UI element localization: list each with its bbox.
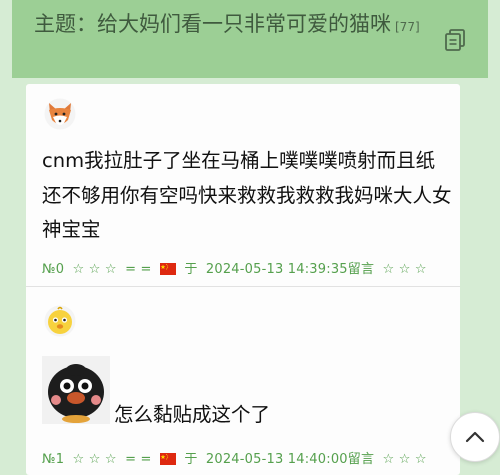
- floor-number: №0: [42, 262, 65, 277]
- chevron-up-icon: [465, 431, 485, 443]
- post-content: 怎么黏贴成这个了: [114, 403, 271, 426]
- floor-number: №1: [42, 452, 65, 467]
- reply-link[interactable]: 留言: [348, 262, 374, 277]
- copy-icon[interactable]: [444, 28, 466, 52]
- thread-header: 主题：给大妈们看一只非常可爱的猫咪 [77]: [12, 0, 488, 78]
- china-flag-icon: [160, 263, 176, 275]
- post-meta: №0 ☆ ☆ ☆ = = 于 2024-05-13 14:39:35留言 ☆ ☆…: [42, 258, 431, 277]
- post-content: cnm我拉肚子了坐在马桶上噗噗噗喷射而且纸还不够用你有空吗快来救救我救救我妈咪大…: [42, 149, 452, 241]
- black-bird-sticker-icon: [42, 356, 110, 424]
- reply-count: [77]: [395, 20, 420, 34]
- rating-stars-right[interactable]: ☆ ☆ ☆: [383, 262, 427, 277]
- post-timestamp: 2024-05-13 14:39:35: [205, 262, 348, 277]
- fox-avatar-icon[interactable]: [44, 98, 76, 130]
- date-prefix: 于: [184, 452, 198, 467]
- thread-title: 主题：给大妈们看一只非常可爱的猫咪 [77]: [34, 10, 424, 42]
- rating-stars-right[interactable]: ☆ ☆ ☆: [383, 452, 427, 467]
- chick-avatar-icon[interactable]: [44, 305, 76, 337]
- rating-stars-left[interactable]: ☆ ☆ ☆: [73, 262, 117, 277]
- thread-title-text: 主题：给大妈们看一只非常可爱的猫咪: [34, 12, 391, 36]
- date-prefix: 于: [184, 262, 198, 277]
- post-meta: №1 ☆ ☆ ☆ = = 于 2024-05-13 14:40:00留言 ☆ ☆…: [42, 448, 431, 467]
- post-divider: [26, 286, 460, 287]
- post-timestamp: 2024-05-13 14:40:00: [205, 452, 348, 467]
- rating-stars-left[interactable]: ☆ ☆ ☆: [73, 452, 117, 467]
- eq-marks: = =: [125, 262, 152, 277]
- scroll-to-top-button[interactable]: [450, 412, 500, 462]
- eq-marks: = =: [125, 452, 152, 467]
- china-flag-icon: [160, 453, 176, 465]
- reply-link[interactable]: 留言: [348, 452, 374, 467]
